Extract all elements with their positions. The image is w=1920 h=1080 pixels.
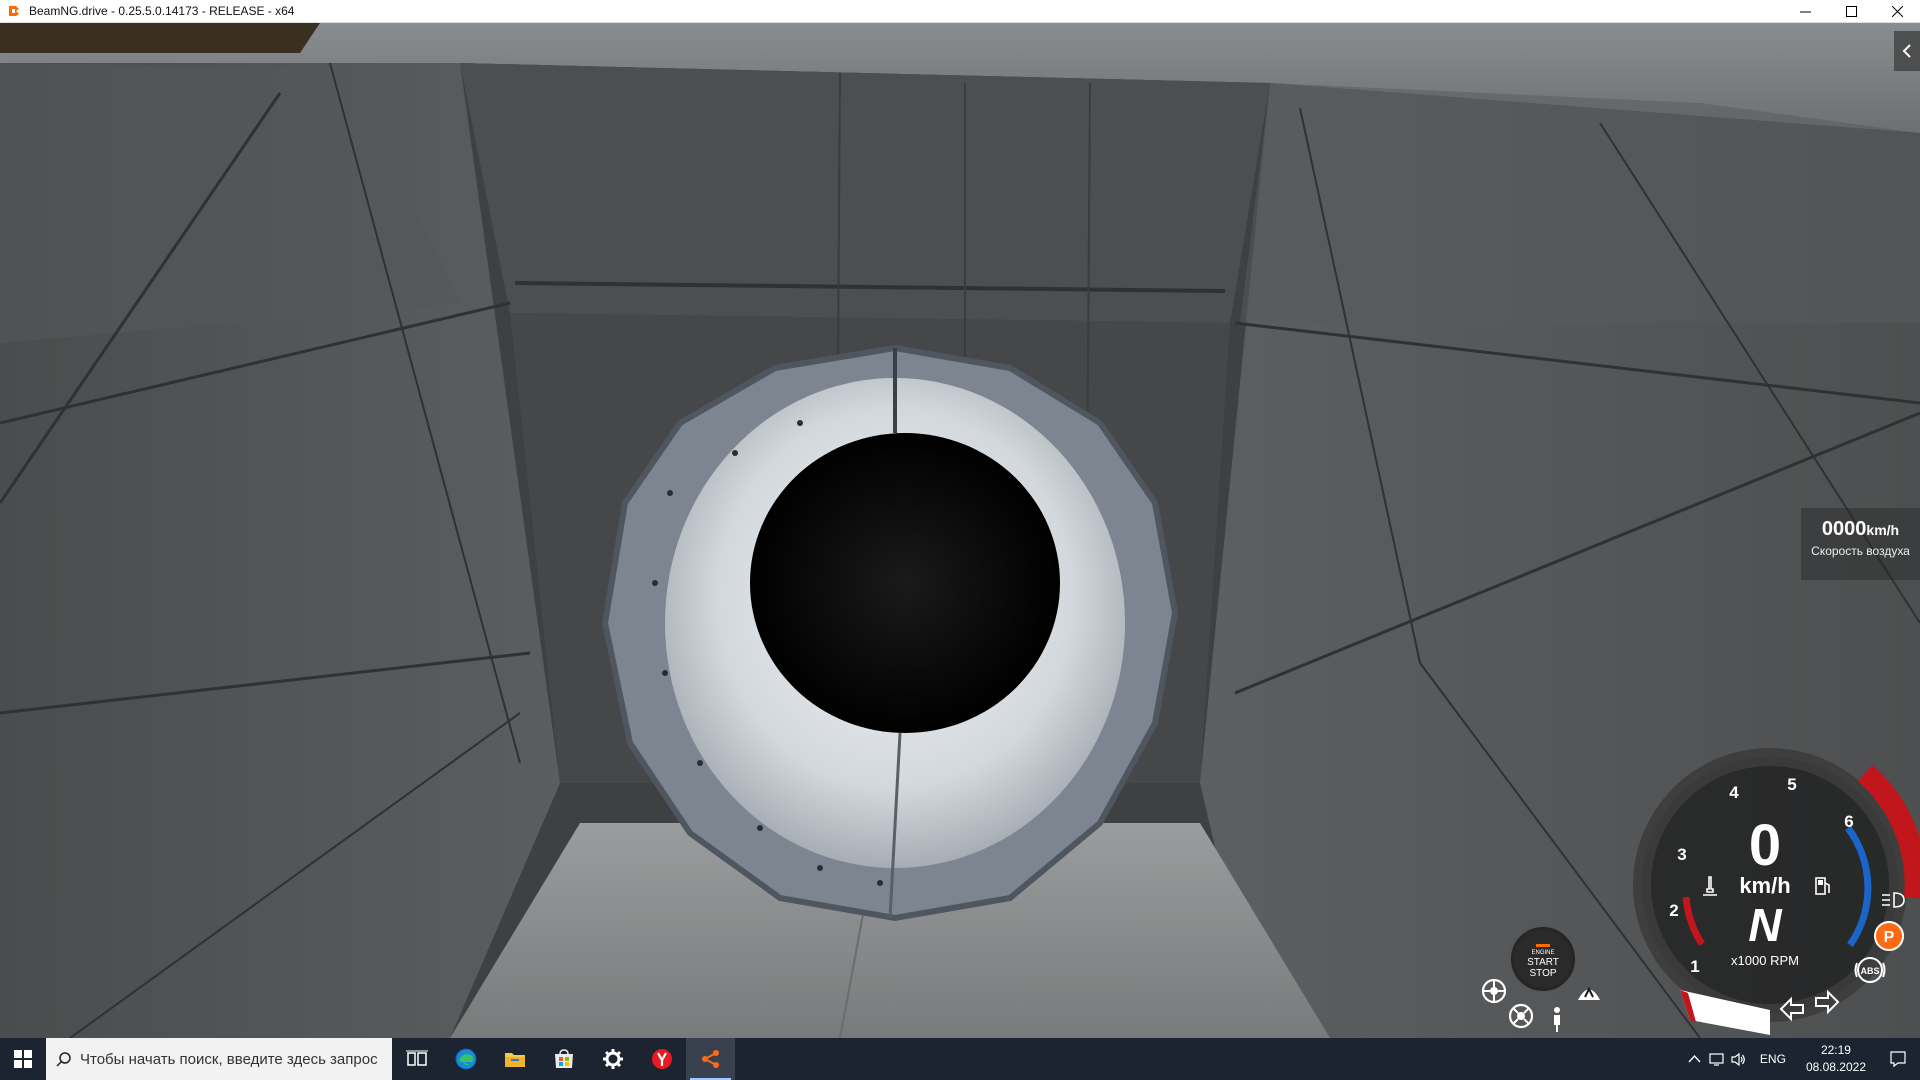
search-icon	[56, 1052, 71, 1067]
beamng-icon	[701, 1050, 719, 1068]
engine-button-stop: STOP	[1529, 968, 1557, 979]
airspeed-widget: 0000km/h Скорость воздуха	[1801, 508, 1920, 580]
temperature-icon	[1700, 875, 1720, 897]
volume-icon	[1731, 1052, 1746, 1066]
rpm-tick-5: 5	[1787, 775, 1797, 794]
airspeed-unit: km/h	[1866, 522, 1900, 538]
file-explorer-icon	[504, 1053, 525, 1067]
taskbar-search[interactable]	[46, 1038, 392, 1080]
engine-button-start: START	[1527, 957, 1559, 968]
turn-left-icon	[1778, 995, 1806, 1023]
yandex-browser-icon	[651, 1049, 672, 1069]
start-button[interactable]	[0, 1038, 46, 1080]
tray-overflow-button[interactable]	[1684, 1038, 1706, 1080]
maximize-icon	[1845, 6, 1857, 17]
taskbar-yandex-browser[interactable]	[637, 1038, 686, 1080]
abs-label: ABS	[1860, 966, 1879, 976]
rpm-tick-4: 4	[1729, 783, 1739, 802]
parking-label: P	[1884, 929, 1895, 946]
chevron-up-icon	[1688, 1054, 1701, 1062]
task-view-icon	[405, 1050, 428, 1066]
minimize-button[interactable]	[1782, 0, 1828, 23]
tray-clock[interactable]: 22:19 08.08.2022	[1796, 1042, 1876, 1076]
tray-date: 08.08.2022	[1805, 1060, 1866, 1074]
hazard-icon	[1575, 983, 1603, 1003]
system-tray: ENG 22:19 08.08.2022	[1684, 1038, 1920, 1080]
tcs-icon	[1507, 1002, 1535, 1030]
minimize-icon	[1799, 11, 1811, 13]
parking-brake-indicator: P	[1873, 920, 1905, 952]
taskbar-edge[interactable]	[441, 1038, 490, 1080]
esc-icon	[1480, 977, 1508, 1005]
turn-right-icon	[1813, 988, 1841, 1016]
engine-button-top: ENGINE	[1531, 950, 1555, 956]
rpm-tick-6: 6	[1844, 812, 1854, 831]
edge-icon	[455, 1048, 476, 1070]
rpm-tick-2: 2	[1669, 901, 1679, 920]
taskbar-file-explorer[interactable]	[490, 1038, 539, 1080]
speed-value: 0	[1748, 813, 1782, 878]
beamng-logo-icon	[9, 6, 19, 16]
windows-taskbar: ENG 22:19 08.08.2022	[0, 1038, 1920, 1080]
maximize-button[interactable]	[1828, 0, 1874, 23]
gear-indicator: N	[1748, 899, 1782, 951]
taskbar-beamng[interactable]	[686, 1038, 735, 1080]
taskbar-store[interactable]	[539, 1038, 588, 1080]
abs-indicator: ABS	[1853, 953, 1887, 987]
tray-volume[interactable]	[1728, 1038, 1750, 1080]
window-title: BeamNG.drive - 0.25.5.0.14173 - RELEASE …	[29, 4, 295, 18]
close-icon	[1891, 6, 1903, 17]
engine-start-stop-button[interactable]: ENGINE START STOP	[1509, 925, 1577, 993]
search-input[interactable]	[80, 1050, 380, 1068]
windows-logo-icon	[14, 1050, 32, 1068]
rpm-tick-1: 1	[1690, 957, 1700, 976]
headlight-icon	[1880, 890, 1906, 910]
rpm-tick-3: 3	[1677, 845, 1687, 864]
tray-language[interactable]: ENG	[1750, 1052, 1796, 1066]
close-button[interactable]	[1874, 0, 1920, 23]
seatbelt-icon	[1548, 1005, 1566, 1033]
rpm-unit: x1000 RPM	[1731, 953, 1799, 968]
window-titlebar: BeamNG.drive - 0.25.5.0.14173 - RELEASE …	[0, 0, 1920, 23]
speedometer-gauge: 2 1 3 4 5 6 0 km/h N x1000 RPM P ABS	[1620, 735, 1920, 1035]
tray-time: 22:19	[1820, 1043, 1851, 1057]
notification-icon	[1890, 1051, 1906, 1068]
side-panel-toggle[interactable]	[1894, 31, 1920, 71]
taskbar-settings[interactable]	[588, 1038, 637, 1080]
airspeed-value: 0000	[1821, 518, 1867, 540]
speed-unit: km/h	[1739, 873, 1791, 898]
settings-icon	[602, 1049, 623, 1069]
network-icon	[1709, 1052, 1725, 1066]
engine-status-led	[1536, 944, 1550, 947]
taskbar-task-view[interactable]	[392, 1038, 441, 1080]
store-icon	[554, 1049, 573, 1068]
tray-network[interactable]	[1706, 1038, 1728, 1080]
notification-center-button[interactable]	[1876, 1038, 1920, 1080]
fuel-icon	[1813, 875, 1833, 897]
airspeed-label: Скорость воздуха	[1811, 544, 1910, 558]
chevron-left-icon	[1902, 44, 1911, 58]
